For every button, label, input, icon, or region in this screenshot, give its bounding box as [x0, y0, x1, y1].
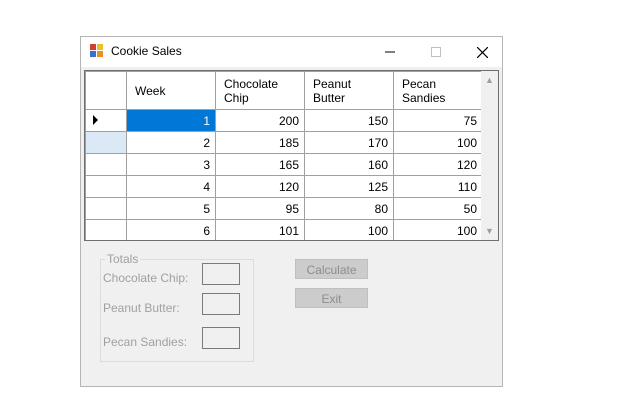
chocolate-chip-header-line1: Chocolate — [224, 76, 279, 91]
sales-data-grid[interactable]: Week Chocolate Chip Peanut Butter Pecan San… — [84, 70, 499, 241]
exit-button[interactable]: Exit — [295, 288, 368, 308]
peanut-butter-total-field[interactable] — [202, 293, 240, 315]
pecan-sandies-total-field[interactable] — [202, 327, 240, 349]
pecan-sandies-cell[interactable]: 100 — [393, 219, 483, 240]
row-header[interactable] — [85, 197, 127, 220]
pecan-sandies-cell[interactable]: 120 — [393, 153, 483, 176]
column-header-pecan-sandies[interactable]: Pecan Sandies — [393, 71, 483, 110]
peanut-butter-cell[interactable]: 125 — [304, 175, 394, 198]
column-header-chocolate-chip[interactable]: Chocolate Chip — [215, 71, 305, 110]
week-cell[interactable]: 3 — [126, 153, 216, 176]
peanut-butter-cell[interactable]: 170 — [304, 131, 394, 154]
peanut-butter-cell[interactable]: 100 — [304, 219, 394, 240]
chocolate-chip-cell[interactable]: 95 — [215, 197, 305, 220]
chocolate-chip-total-label: Chocolate Chip: — [103, 271, 189, 285]
pecan-sandies-header-line2: Sandies — [402, 90, 446, 105]
peanut-butter-header-line1: Peanut — [313, 76, 352, 91]
table-row[interactable]: 2 185 170 100 — [85, 131, 483, 154]
header-row: Week Chocolate Chip Peanut Butter Pecan San… — [85, 71, 483, 110]
row-header[interactable] — [85, 175, 127, 198]
week-cell[interactable]: 1 — [126, 109, 216, 132]
column-header-week[interactable]: Week — [126, 71, 216, 110]
title-bar[interactable]: Cookie Sales — [81, 37, 502, 67]
chocolate-chip-cell[interactable]: 185 — [215, 131, 305, 154]
chocolate-chip-total-field[interactable] — [202, 263, 240, 285]
scroll-down-icon[interactable]: ▼ — [485, 226, 494, 236]
week-cell[interactable]: 4 — [126, 175, 216, 198]
minimize-button[interactable] — [367, 37, 413, 67]
pecan-sandies-total-label: Pecan Sandies: — [103, 335, 188, 349]
row-header[interactable] — [85, 131, 127, 154]
peanut-butter-total-label: Peanut Butter: — [103, 301, 180, 315]
scroll-up-icon[interactable]: ▲ — [485, 75, 494, 85]
row-header-current[interactable] — [85, 109, 127, 132]
week-cell[interactable]: 5 — [126, 197, 216, 220]
peanut-butter-header-line2: Butter — [313, 90, 346, 105]
sales-table: Week Chocolate Chip Peanut Butter Pecan San… — [85, 71, 483, 240]
close-icon — [476, 46, 488, 58]
row-header[interactable] — [85, 153, 127, 176]
pecan-sandies-header-line1: Pecan — [402, 76, 437, 91]
app-icon — [90, 44, 103, 57]
maximize-icon — [431, 47, 441, 57]
totals-groupbox: Totals Chocolate Chip: Peanut Butter: Pe… — [100, 252, 254, 362]
column-header-peanut-butter[interactable]: Peanut Butter — [304, 71, 394, 110]
vertical-scrollbar[interactable]: ▲ ▼ — [481, 71, 498, 240]
chocolate-chip-cell[interactable]: 120 — [215, 175, 305, 198]
chocolate-chip-cell[interactable]: 101 — [215, 219, 305, 240]
pecan-sandies-cell[interactable]: 50 — [393, 197, 483, 220]
chocolate-chip-header-line2: Chip — [224, 90, 249, 105]
corner-header[interactable] — [85, 71, 127, 110]
week-cell[interactable]: 6 — [126, 219, 216, 240]
peanut-butter-cell[interactable]: 80 — [304, 197, 394, 220]
maximize-button[interactable] — [413, 37, 459, 67]
chocolate-chip-cell[interactable]: 200 — [215, 109, 305, 132]
window-title: Cookie Sales — [111, 44, 182, 58]
week-cell[interactable]: 2 — [126, 131, 216, 154]
cookie-sales-window: Cookie Sales Week Chocolate Chip Peanut Bu… — [80, 36, 503, 387]
table-row[interactable]: 3 165 160 120 — [85, 153, 483, 176]
current-row-arrow-icon — [93, 114, 98, 125]
pecan-sandies-cell[interactable]: 100 — [393, 131, 483, 154]
pecan-sandies-cell[interactable]: 110 — [393, 175, 483, 198]
row-header[interactable] — [85, 219, 127, 240]
minimize-icon — [385, 51, 395, 53]
week-header-text: Week — [135, 83, 166, 98]
peanut-butter-cell[interactable]: 150 — [304, 109, 394, 132]
table-row[interactable]: 4 120 125 110 — [85, 175, 483, 198]
table-row[interactable]: 1 200 150 75 — [85, 109, 483, 132]
table-row[interactable]: 5 95 80 50 — [85, 197, 483, 220]
calculate-button[interactable]: Calculate — [295, 259, 368, 279]
pecan-sandies-cell[interactable]: 75 — [393, 109, 483, 132]
peanut-butter-cell[interactable]: 160 — [304, 153, 394, 176]
close-button[interactable] — [459, 37, 505, 67]
table-row[interactable]: 6 101 100 100 — [85, 219, 483, 240]
totals-label: Totals — [105, 252, 141, 266]
chocolate-chip-cell[interactable]: 165 — [215, 153, 305, 176]
